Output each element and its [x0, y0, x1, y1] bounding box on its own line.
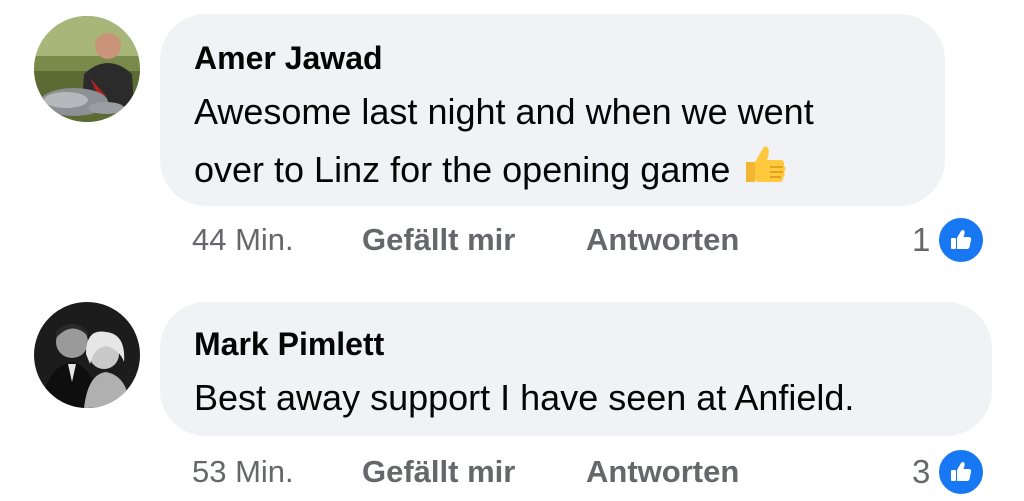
avatar-photo — [34, 16, 140, 122]
reply-button[interactable]: Antworten — [586, 454, 739, 490]
avatar[interactable] — [34, 302, 140, 408]
comment-item: Amer Jawad Awesome last night and when w… — [0, 0, 1024, 270]
comment-author[interactable]: Amer Jawad — [194, 40, 383, 77]
comment-author[interactable]: Mark Pimlett — [194, 326, 384, 363]
comment-bubble: Amer Jawad Awesome last night and when w… — [160, 14, 945, 206]
reaction-summary[interactable]: 3 — [912, 447, 987, 497]
avatar[interactable] — [34, 16, 140, 122]
comment-text-line: over to Linz for the opening game — [194, 149, 731, 190]
like-button[interactable]: Gefällt mir — [362, 454, 515, 490]
thumbs-up-icon — [740, 140, 788, 204]
comment-text: Awesome last night and when we went over… — [194, 84, 814, 204]
comment-timestamp[interactable]: 44 Min. — [192, 222, 294, 258]
reaction-summary[interactable]: 1 — [912, 215, 987, 265]
like-icon — [936, 215, 987, 265]
comment-item: Mark Pimlett Best away support I have se… — [0, 290, 1024, 501]
like-button[interactable]: Gefällt mir — [362, 222, 515, 258]
reply-button[interactable]: Antworten — [586, 222, 739, 258]
comment-bubble: Mark Pimlett Best away support I have se… — [160, 302, 992, 436]
reaction-count: 1 — [912, 221, 931, 258]
like-icon — [936, 447, 987, 497]
comment-text-line: Awesome last night and when we went — [194, 91, 814, 132]
comment-text: Best away support I have seen at Anfield… — [194, 377, 855, 418]
reaction-count: 3 — [912, 453, 931, 490]
comment-timestamp[interactable]: 53 Min. — [192, 454, 294, 490]
comment-text-line-wrap: over to Linz for the opening game — [194, 140, 814, 204]
avatar-photo — [34, 302, 140, 408]
